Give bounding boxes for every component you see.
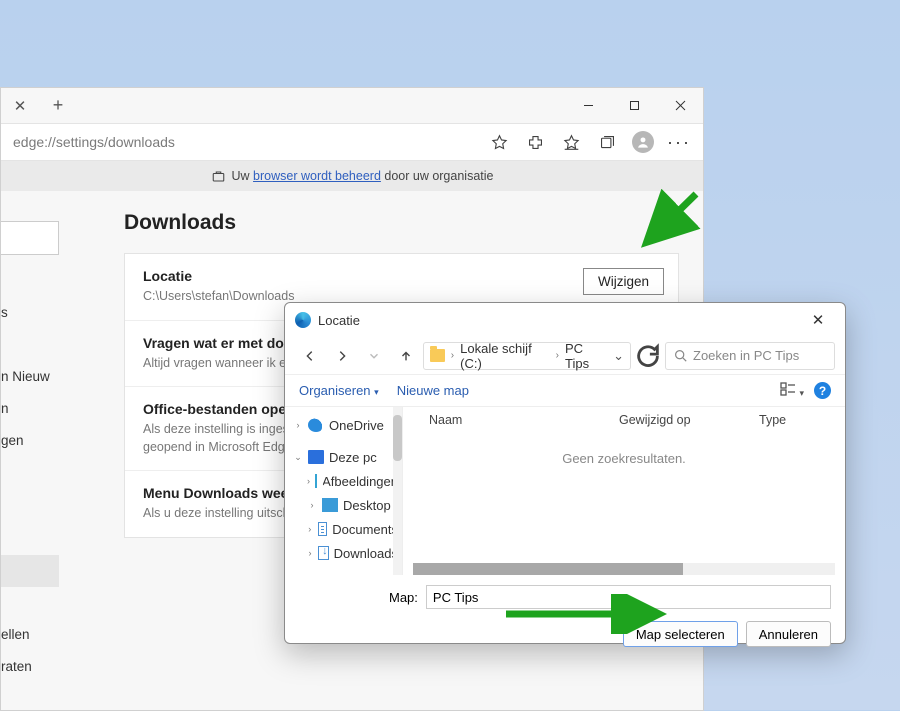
search-icon — [674, 349, 687, 362]
tree-this-pc[interactable]: ⌄Deze pc — [289, 445, 398, 469]
view-options-button[interactable]: ▾ — [780, 382, 804, 399]
path-drive[interactable]: Lokale schijf (C:) — [460, 341, 550, 371]
search-placeholder: Zoeken in PC Tips — [693, 348, 799, 363]
nav-back-button[interactable] — [295, 341, 325, 371]
url-field[interactable]: edge://settings/downloads — [13, 134, 483, 150]
title-bar: ✕ + — [1, 88, 703, 123]
nav-forward-button[interactable] — [327, 341, 357, 371]
sidebar-item[interactable] — [1, 337, 59, 369]
documents-icon — [318, 522, 328, 536]
desktop-icon — [322, 498, 338, 512]
select-folder-button[interactable]: Map selecteren — [623, 621, 738, 647]
dialog-close-button[interactable]: ✕ — [801, 311, 835, 329]
page-title: Downloads — [124, 211, 679, 235]
sidebar-item[interactable]: n Nieuw — [1, 369, 59, 401]
chevron-right-icon: › — [451, 350, 454, 361]
cloud-icon — [308, 418, 324, 432]
column-headers: Naam Gewijzigd op Type — [403, 407, 845, 433]
tree-pictures[interactable]: ›Afbeeldingen — [289, 469, 398, 493]
dialog-footer: Map: Map selecteren Annuleren — [285, 575, 845, 657]
file-list-pane: Naam Gewijzigd op Type Geen zoekresultat… — [403, 407, 845, 575]
tree-onedrive[interactable]: ›OneDrive — [289, 413, 398, 437]
cancel-button[interactable]: Annuleren — [746, 621, 831, 647]
close-window-button[interactable] — [657, 88, 703, 123]
org-managed-link[interactable]: browser wordt beheerd — [253, 169, 381, 183]
breadcrumb-path[interactable]: › Lokale schijf (C:) › PC Tips ⌄ — [423, 342, 631, 370]
collections-icon[interactable] — [591, 126, 623, 158]
new-tab-button[interactable]: + — [39, 88, 77, 123]
maximize-button[interactable] — [611, 88, 657, 123]
profile-avatar[interactable] — [627, 126, 659, 158]
favorites-bar-icon[interactable] — [555, 126, 587, 158]
sidebar-item[interactable] — [1, 273, 59, 305]
downloads-icon — [318, 546, 329, 560]
change-button[interactable]: Wijzigen — [583, 268, 664, 295]
nav-recent-dropdown[interactable] — [359, 341, 389, 371]
folder-icon — [430, 349, 445, 362]
tab-close-button[interactable]: ✕ — [1, 88, 39, 123]
chevron-right-icon: › — [556, 350, 559, 361]
sidebar-item[interactable]: ellen — [1, 627, 59, 659]
tree-desktop[interactable]: ›Desktop — [289, 493, 398, 517]
col-type[interactable]: Type — [759, 413, 833, 427]
nav-up-button[interactable] — [391, 341, 421, 371]
folder-tree: ›OneDrive ⌄Deze pc ›Afbeeldingen ›Deskto… — [285, 407, 403, 575]
more-menu-button[interactable]: ··· — [663, 126, 695, 158]
pictures-icon — [315, 474, 317, 488]
search-input[interactable]: Zoeken in PC Tips — [665, 342, 835, 370]
pc-icon — [308, 450, 324, 464]
sidebar-item[interactable]: raten — [1, 659, 59, 691]
address-bar: edge://settings/downloads ··· — [1, 123, 703, 161]
help-icon[interactable]: ? — [814, 382, 831, 399]
new-folder-button[interactable]: Nieuwe map — [397, 383, 469, 398]
organize-menu[interactable]: Organiseren ▾ — [299, 383, 379, 398]
org-text-prefix: Uw — [232, 169, 254, 183]
tree-documents[interactable]: ›Documents — [289, 517, 398, 541]
folder-name-input[interactable] — [426, 585, 831, 609]
path-folder[interactable]: PC Tips — [565, 341, 607, 371]
dialog-nav-bar: › Lokale schijf (C:) › PC Tips ⌄ Zoeken … — [285, 337, 845, 375]
managed-org-banner: Uw browser wordt beheerd door uw organis… — [1, 161, 703, 191]
col-modified[interactable]: Gewijzigd op — [619, 413, 759, 427]
chevron-down-icon[interactable]: ⌄ — [613, 348, 624, 364]
tree-downloads[interactable]: ›Downloads — [289, 541, 398, 565]
favorite-icon[interactable] — [483, 126, 515, 158]
no-results-text: Geen zoekresultaten. — [403, 451, 845, 466]
settings-sidebar: s n Nieuw n gen ellen raten — [1, 191, 59, 710]
dialog-toolbar: Organiseren ▾ Nieuwe map ▾ ? — [285, 375, 845, 407]
col-name[interactable]: Naam — [429, 413, 619, 427]
folder-label: Map: — [389, 590, 418, 605]
sidebar-item-downloads[interactable] — [1, 555, 59, 587]
sidebar-item[interactable]: n — [1, 401, 59, 433]
briefcase-icon — [211, 169, 226, 184]
org-text-suffix: door uw organisatie — [381, 169, 494, 183]
folder-picker-dialog: Locatie ✕ › Lokale schijf (C:) › PC Tips… — [284, 302, 846, 644]
settings-search-input[interactable] — [1, 221, 59, 255]
sidebar-item[interactable]: s — [1, 305, 59, 337]
horizontal-scrollbar[interactable] — [413, 563, 835, 575]
extensions-icon[interactable] — [519, 126, 551, 158]
minimize-button[interactable] — [565, 88, 611, 123]
tree-scrollbar[interactable] — [393, 407, 402, 575]
refresh-button[interactable] — [633, 342, 663, 370]
dialog-title-bar: Locatie ✕ — [285, 303, 845, 337]
dialog-title: Locatie — [318, 313, 360, 328]
edge-icon — [295, 312, 311, 328]
sidebar-item[interactable]: gen — [1, 433, 59, 465]
